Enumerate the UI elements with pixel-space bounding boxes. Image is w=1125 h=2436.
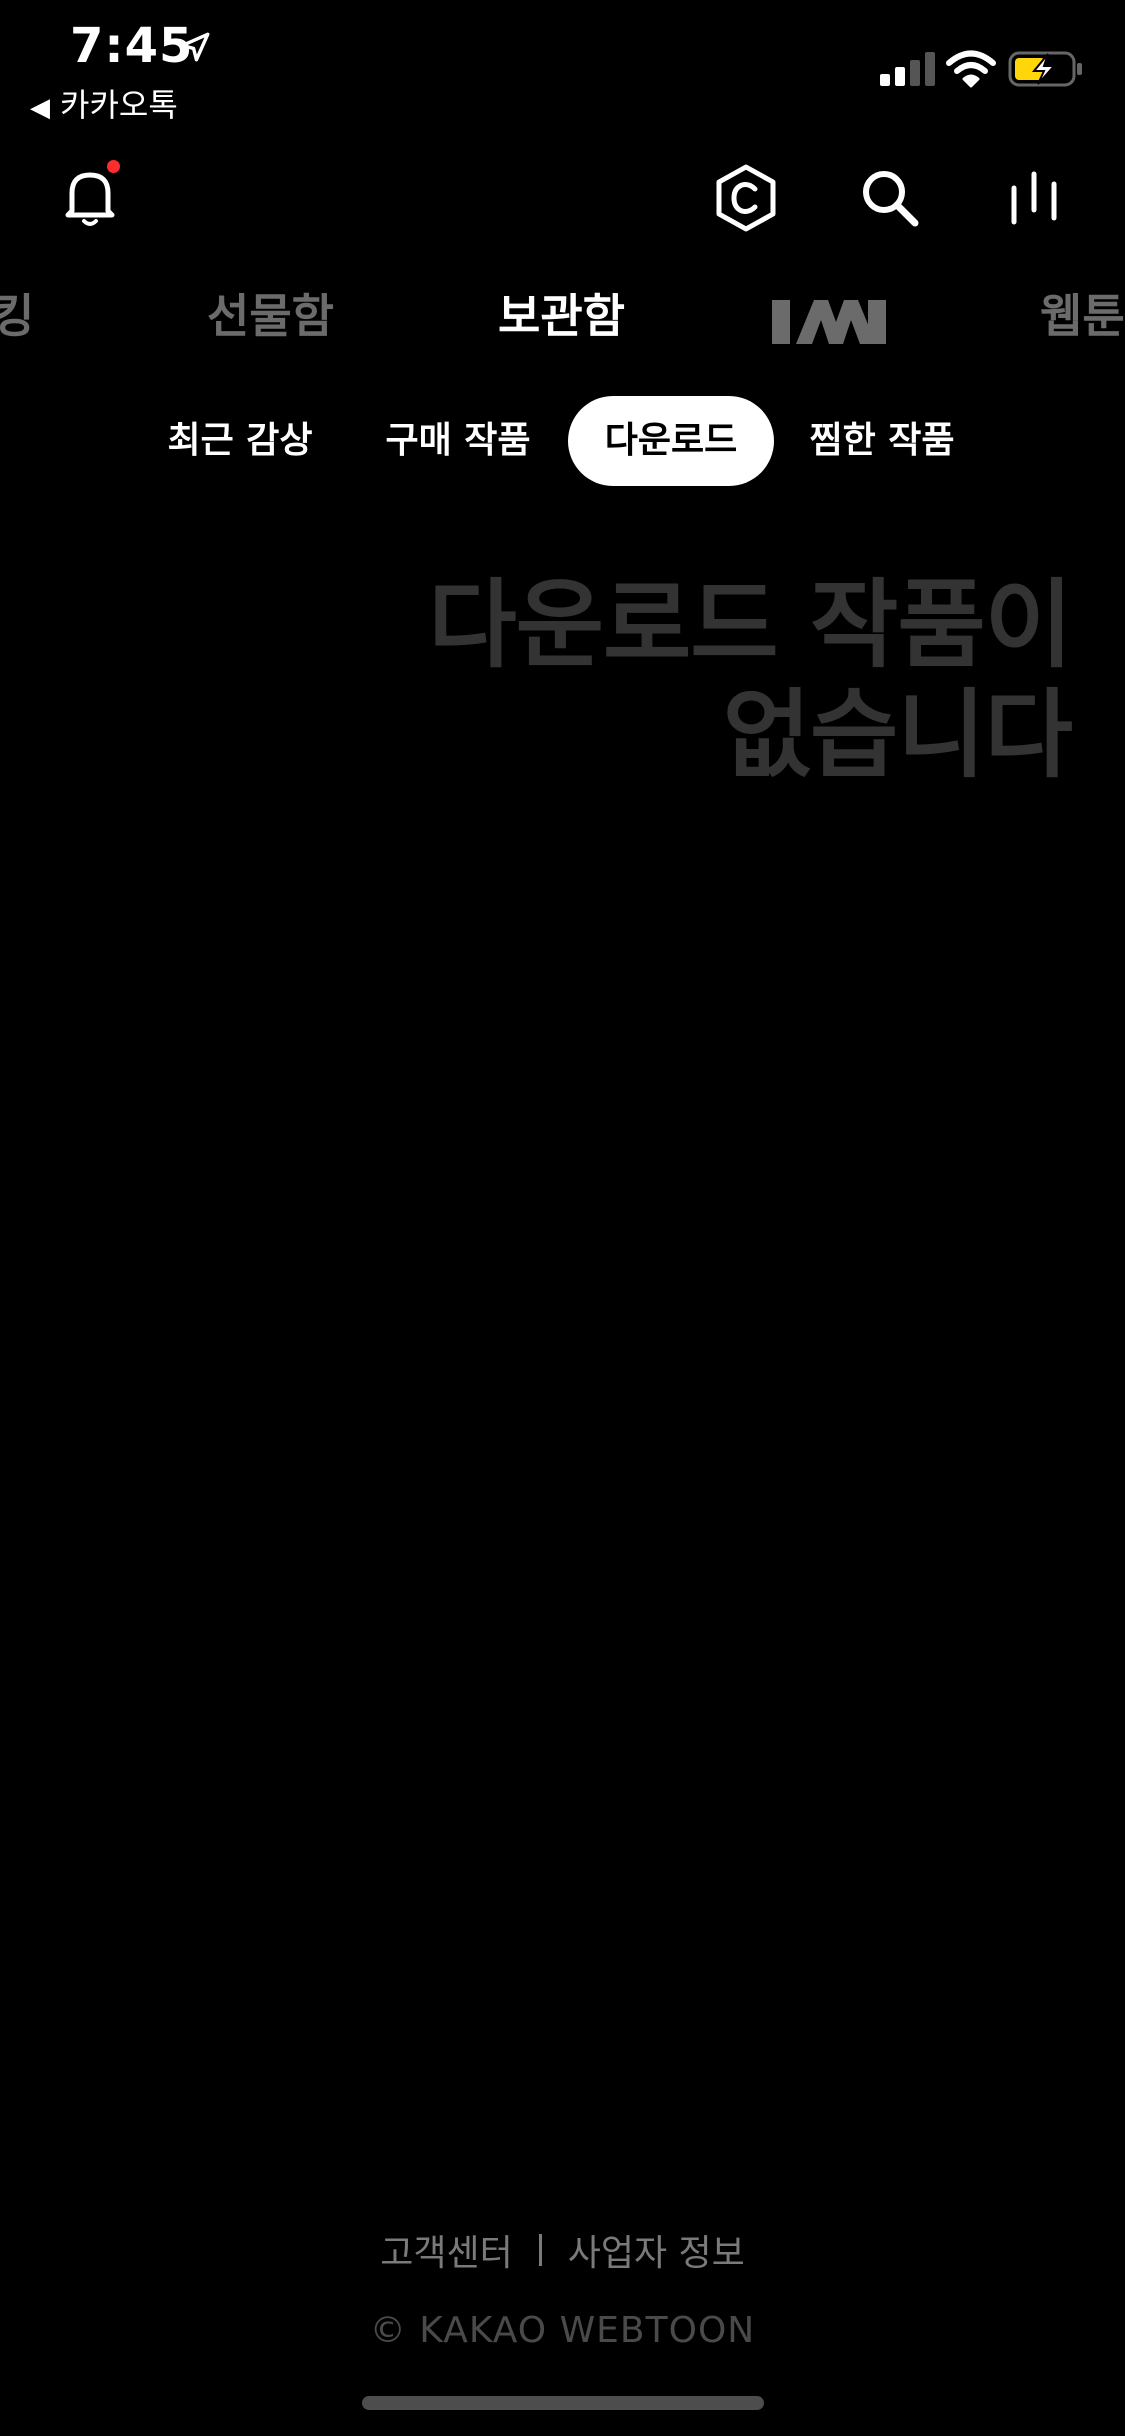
home-indicator[interactable] bbox=[362, 2396, 764, 2410]
empty-state-line-2: 없습니다 bbox=[722, 679, 1073, 791]
notification-dot bbox=[107, 160, 120, 173]
cellular-signal-icon bbox=[880, 52, 935, 86]
iai-logo-icon bbox=[772, 300, 886, 344]
subtab-download[interactable]: 다운로드 bbox=[568, 396, 774, 486]
cookie-coin-button[interactable] bbox=[706, 158, 786, 238]
status-bar: 7:45 ◀ 카카오톡 bbox=[0, 0, 1125, 130]
tab-iai[interactable] bbox=[772, 292, 886, 344]
top-app-bar bbox=[0, 140, 1125, 260]
footer-links: 고객센터 사업자 정보 bbox=[0, 2224, 1125, 2276]
footer: 고객센터 사업자 정보 © KAKAO WEBTOON bbox=[0, 2224, 1125, 2351]
menu-bars-icon bbox=[1011, 171, 1057, 225]
back-to-app-link[interactable]: ◀ 카카오톡 bbox=[30, 80, 178, 126]
coin-hexagon-icon bbox=[716, 164, 776, 232]
bell-icon bbox=[65, 172, 115, 226]
tab-webtoon[interactable]: 웹툰 bbox=[1040, 280, 1125, 352]
subtab-recent-viewed[interactable]: 최근 감상 bbox=[158, 396, 322, 486]
tab-ranking[interactable]: 킹 bbox=[0, 280, 34, 352]
search-button[interactable] bbox=[850, 158, 930, 238]
notification-button[interactable] bbox=[50, 158, 130, 238]
customer-center-link[interactable]: 고객센터 bbox=[380, 2224, 512, 2276]
back-triangle-icon: ◀ bbox=[30, 93, 50, 123]
business-info-link[interactable]: 사업자 정보 bbox=[568, 2224, 745, 2276]
search-icon bbox=[863, 171, 919, 227]
wifi-icon bbox=[946, 50, 996, 88]
subtab-favorites[interactable]: 찜한 작품 bbox=[800, 396, 964, 486]
status-time: 7:45 bbox=[70, 18, 194, 74]
subtab-purchased[interactable]: 구매 작품 bbox=[376, 396, 540, 486]
back-app-label: 카카오톡 bbox=[60, 86, 178, 124]
empty-state-line-1: 다운로드 작품이 bbox=[428, 569, 1073, 681]
tab-gift-box[interactable]: 선물함 bbox=[207, 280, 334, 352]
copyright-text: © KAKAO WEBTOON bbox=[369, 2310, 756, 2351]
footer-divider bbox=[538, 2234, 542, 2266]
empty-state-message: 다운로드 작품이 없습니다 bbox=[428, 569, 1073, 791]
sub-tab-bar: 최근 감상 구매 작품 다운로드 찜한 작품 bbox=[0, 396, 1125, 486]
tab-storage[interactable]: 보관함 bbox=[498, 280, 625, 352]
main-tab-bar: 킹 선물함 보관함 웹툰 bbox=[0, 280, 1125, 360]
menu-button[interactable] bbox=[994, 158, 1074, 238]
battery-charging-icon bbox=[1008, 51, 1082, 87]
location-arrow-icon bbox=[180, 32, 210, 62]
